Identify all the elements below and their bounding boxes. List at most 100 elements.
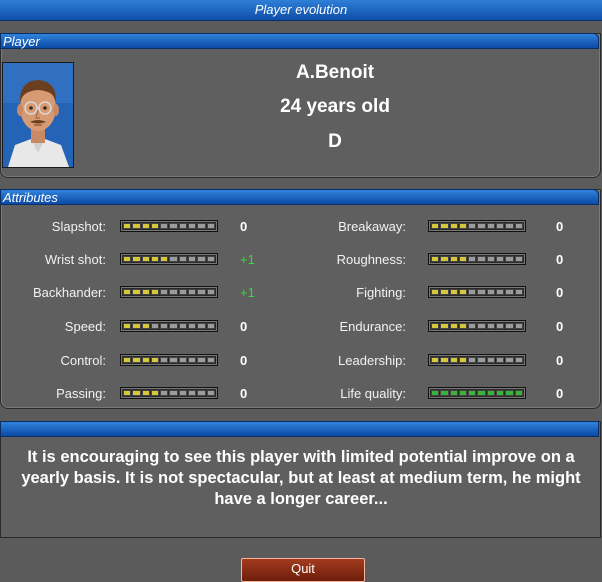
- attr-bar-segment: [514, 390, 523, 396]
- attr-label-slapshot: Slapshot:: [51, 219, 106, 234]
- attr-bar-segment: [477, 390, 486, 396]
- attr-bar-segment: [132, 256, 141, 262]
- attr-bar-segment: [150, 289, 160, 295]
- attr-bar-segment: [141, 390, 150, 396]
- attr-bar-endurance: [428, 320, 526, 332]
- attr-bar-segment: [514, 357, 523, 363]
- attr-bar-segment: [440, 390, 449, 396]
- attr-bar-segment: [197, 256, 206, 262]
- attr-bar-segment: [123, 357, 132, 363]
- quit-button[interactable]: Quit: [241, 558, 365, 582]
- attr-bar-segment: [468, 223, 477, 229]
- attr-bar-segment: [505, 256, 514, 262]
- attr-bar-backhander: [120, 286, 218, 298]
- attr-bar-segment: [468, 357, 477, 363]
- attr-bar-segment: [150, 390, 160, 396]
- attr-bar-segment: [188, 323, 197, 329]
- attr-bar-segment: [197, 357, 206, 363]
- attr-bar-segment: [468, 289, 477, 295]
- attr-bar-segment: [440, 357, 449, 363]
- attr-label-breakaway: Breakaway:: [338, 219, 406, 234]
- attr-bar-segment: [178, 323, 188, 329]
- attr-bar-segment: [431, 323, 440, 329]
- attr-bar-segment: [169, 390, 178, 396]
- attr-bar-segment: [132, 357, 141, 363]
- attr-change-endurance: 0: [556, 319, 564, 334]
- attr-bar-segment: [477, 323, 486, 329]
- attr-bar-segment: [449, 256, 458, 262]
- attr-bar-segment: [486, 357, 496, 363]
- attr-bar-segment: [150, 256, 160, 262]
- attr-bar-segment: [188, 390, 197, 396]
- attr-bar-segment: [468, 390, 477, 396]
- attr-bar-segment: [477, 223, 486, 229]
- attr-label-control: Control:: [60, 353, 106, 368]
- player-rating: D: [328, 131, 342, 152]
- attr-bar-segment: [514, 256, 523, 262]
- attr-bar-segment: [477, 289, 486, 295]
- attr-bar-segment: [458, 256, 468, 262]
- attr-bar-fighting: [428, 286, 526, 298]
- attr-bar-segment: [188, 289, 197, 295]
- attr-bar-segment: [440, 289, 449, 295]
- player-section-title: Player: [3, 34, 40, 49]
- attr-bar-segment: [449, 289, 458, 295]
- player-name: A.Benoit: [295, 62, 375, 83]
- attr-bar-segment: [132, 223, 141, 229]
- attr-label-passing: Passing:: [56, 386, 106, 401]
- attr-bar-segment: [486, 256, 496, 262]
- attributes-section-title: Attributes: [3, 190, 58, 205]
- attr-bar-leadership: [428, 354, 526, 366]
- attr-bar-segment: [123, 323, 132, 329]
- attr-bar-segment: [123, 390, 132, 396]
- attr-label-life-quality: Life quality:: [340, 386, 406, 401]
- attr-label-roughness: Roughness:: [336, 252, 406, 267]
- attr-change-leadership: 0: [556, 353, 564, 368]
- attr-bar-segment: [486, 390, 496, 396]
- attr-bar-segment: [188, 256, 197, 262]
- attr-bar-segment: [449, 390, 458, 396]
- attr-bar-segment: [431, 289, 440, 295]
- attr-bar-segment: [178, 357, 188, 363]
- attr-bar-control: [120, 354, 218, 366]
- player-portrait-image: [3, 63, 73, 167]
- attr-bar-segment: [123, 223, 132, 229]
- player-section-header: Player: [0, 33, 599, 49]
- attr-bar-segment: [486, 289, 496, 295]
- attr-bar-wrist-shot: [120, 253, 218, 265]
- attr-bar-slapshot: [120, 220, 218, 232]
- attr-bar-segment: [206, 390, 215, 396]
- attr-label-wrist-shot: Wrist shot:: [44, 252, 106, 267]
- attr-bar-segment: [206, 357, 215, 363]
- attr-bar-segment: [468, 323, 477, 329]
- attr-change-fighting: 0: [556, 285, 564, 300]
- attr-bar-breakaway: [428, 220, 526, 232]
- attr-bar-segment: [197, 289, 206, 295]
- attr-bar-segment: [449, 323, 458, 329]
- attr-bar-segment: [458, 323, 468, 329]
- attr-bar-segment: [514, 323, 523, 329]
- attr-bar-segment: [505, 390, 514, 396]
- attr-label-endurance: Endurance:: [339, 319, 407, 334]
- attr-bar-segment: [431, 256, 440, 262]
- attr-bar-segment: [188, 223, 197, 229]
- attr-bar-segment: [197, 323, 206, 329]
- attr-bar-segment: [141, 357, 150, 363]
- attr-bar-life-quality: [428, 387, 526, 399]
- attr-bar-segment: [178, 256, 188, 262]
- attr-change-backhander: +1: [240, 285, 255, 300]
- attr-bar-segment: [132, 390, 141, 396]
- attr-bar-segment: [431, 223, 440, 229]
- attr-bar-roughness: [428, 253, 526, 265]
- attr-bar-segment: [496, 357, 505, 363]
- attr-bar-segment: [505, 223, 514, 229]
- attr-bar-segment: [160, 390, 169, 396]
- attr-bar-segment: [431, 357, 440, 363]
- attr-label-leadership: Leadership:: [338, 353, 406, 368]
- attr-bar-segment: [150, 323, 160, 329]
- attr-bar-segment: [132, 289, 141, 295]
- evaluation-header: [0, 421, 599, 437]
- attr-bar-segment: [440, 256, 449, 262]
- attr-bar-passing: [120, 387, 218, 399]
- attr-change-slapshot: 0: [240, 219, 248, 234]
